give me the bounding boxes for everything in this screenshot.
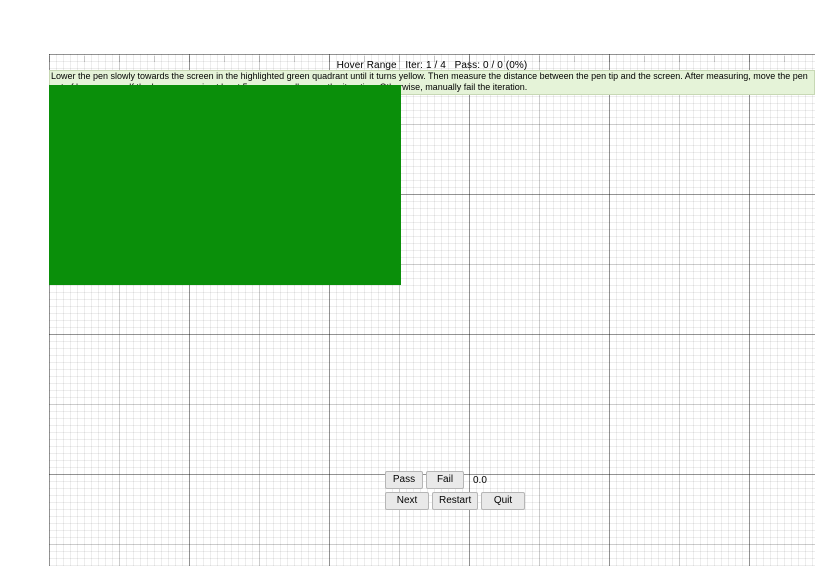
next-button[interactable]: Next [385,492,429,510]
restart-button[interactable]: Restart [432,492,478,510]
controls-panel: Pass Fail 0.0 Next Restart Quit [385,471,525,513]
measurement-value: 0.0 [467,475,487,486]
target-quadrant[interactable] [49,85,401,285]
quit-button[interactable]: Quit [481,492,525,510]
fail-button[interactable]: Fail [426,471,464,489]
test-stage: Hover Range Iter: 1 / 4 Pass: 0 / 0 (0%)… [49,54,815,566]
pass-button[interactable]: Pass [385,471,423,489]
